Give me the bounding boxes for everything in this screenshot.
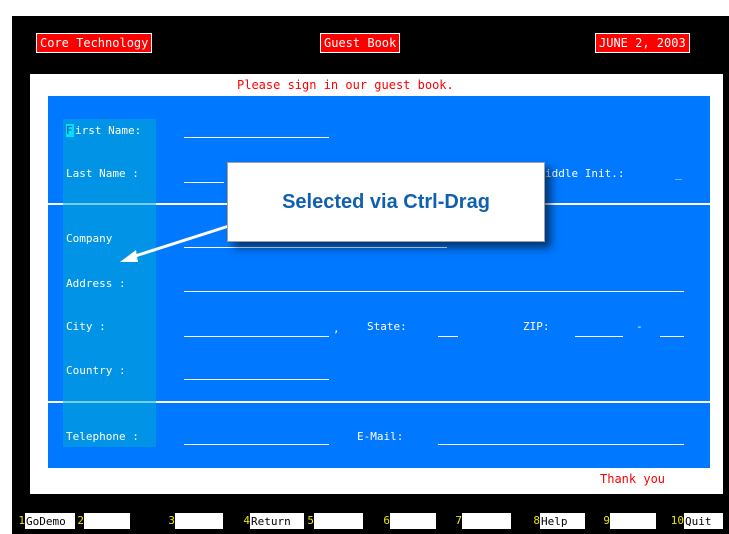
fkey-number: 2 (75, 512, 84, 530)
fkey-label: Help (540, 513, 585, 529)
fkey-label: Return (250, 513, 305, 529)
fkey-label (175, 513, 223, 529)
fkey-number: 4 (240, 512, 250, 530)
fkey-label: Quit (684, 513, 723, 529)
fkey-number: 9 (600, 512, 610, 530)
callout-text: Selected via Ctrl-Drag (282, 190, 490, 213)
fkey-label (314, 513, 363, 529)
fkey-number: 10 (668, 512, 684, 530)
fkey-number: 1 (17, 512, 25, 530)
fkey-number: 5 (304, 512, 314, 530)
fkey-number: 3 (165, 512, 175, 530)
fkey-number: 8 (530, 512, 540, 530)
callout-arrow (120, 223, 233, 262)
callout-box: Selected via Ctrl-Drag (227, 162, 545, 242)
fkey-label: GoDemo (25, 513, 76, 529)
fkey-number: 6 (380, 512, 390, 530)
fkey-label (610, 513, 656, 529)
fkey-number: 7 (452, 512, 462, 530)
function-key-bar: 1 GoDemo 2 3 4 Return 5 6 7 8 Help 9 10 … (0, 512, 729, 530)
fkey-label (84, 513, 130, 529)
fkey-label (390, 513, 436, 529)
fkey-label (462, 513, 511, 529)
